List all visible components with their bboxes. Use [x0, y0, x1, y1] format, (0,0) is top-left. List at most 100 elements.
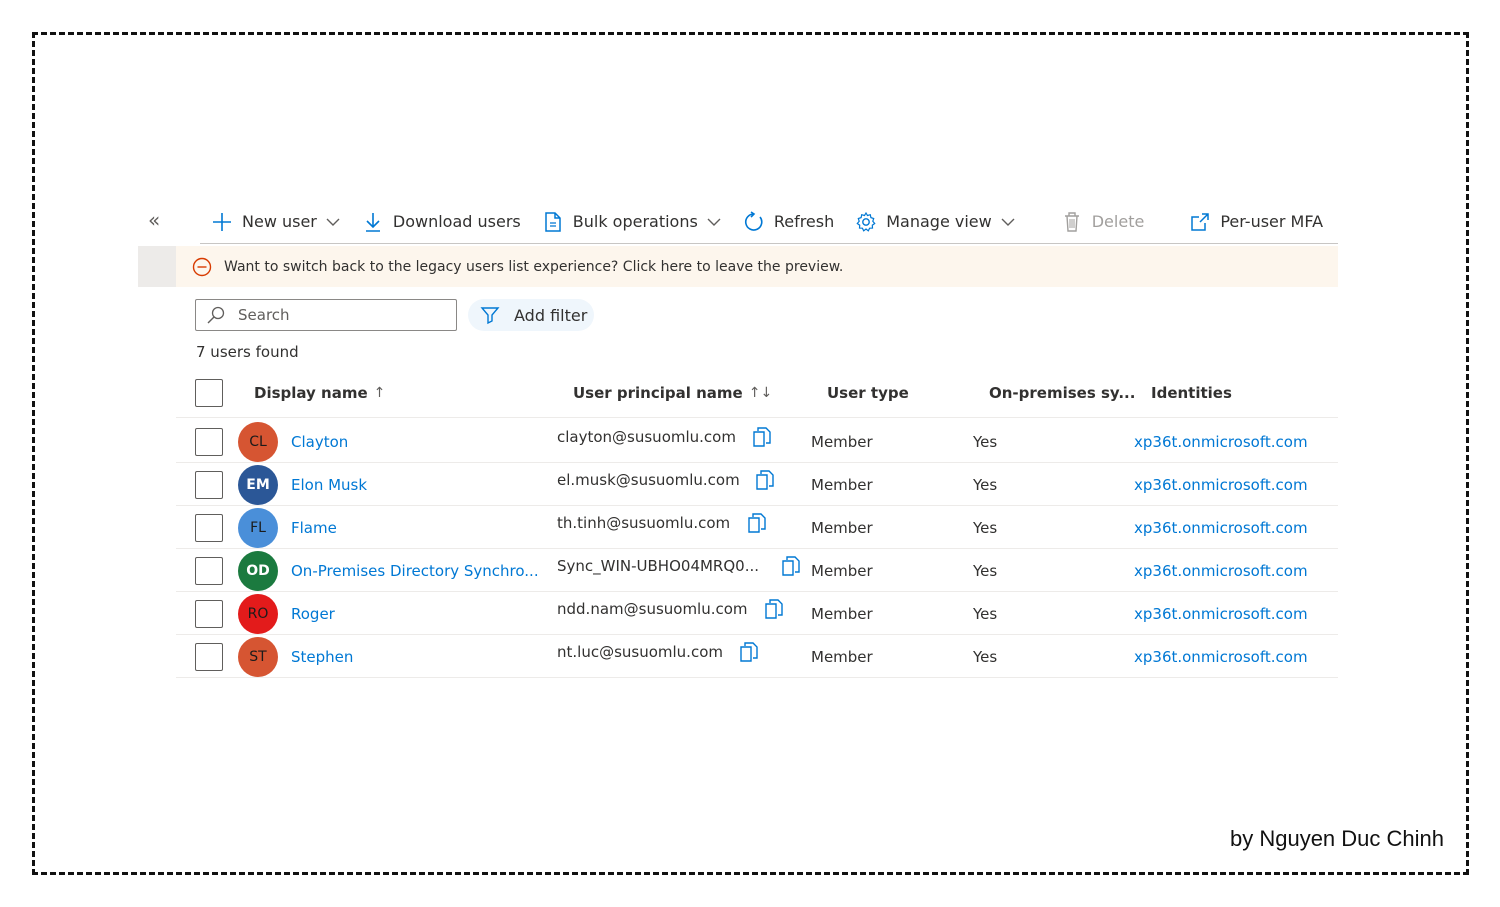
author-credit: by Nguyen Duc Chinh [1229, 826, 1444, 851]
identity-link[interactable]: xp36t.onmicrosoft.com [1134, 476, 1308, 494]
display-name-cell: On-Premises Directory Synchro... [291, 549, 539, 592]
column-display-name[interactable]: Display name ↑ [254, 370, 385, 416]
identity-link[interactable]: xp36t.onmicrosoft.com [1134, 648, 1308, 666]
user-type-text: Member [811, 604, 873, 623]
refresh-icon [742, 210, 766, 234]
onprem-text: Yes [973, 475, 998, 494]
column-identities[interactable]: Identities [1151, 370, 1232, 416]
user-name-link[interactable]: Elon Musk [291, 476, 367, 494]
onprem-text: Yes [973, 604, 998, 623]
new-user-button[interactable]: New user [210, 202, 341, 242]
identity-cell: xp36t.onmicrosoft.com [1134, 635, 1308, 678]
filter-icon [480, 305, 500, 325]
onprem-text: Yes [973, 432, 998, 451]
avatar-cell: OD [238, 549, 278, 592]
onprem-cell: Yes [973, 549, 997, 592]
per-user-mfa-button[interactable]: Per-user MFA [1188, 202, 1323, 242]
upn-text: th.tinh@susuomlu.com [557, 513, 731, 532]
row-checkbox[interactable] [195, 427, 223, 456]
upn-text: el.musk@susuomlu.com [557, 470, 740, 489]
column-upn-label: User principal name [573, 384, 743, 402]
chevron-down-icon [706, 214, 722, 230]
identity-cell: xp36t.onmicrosoft.com [1134, 549, 1308, 592]
copy-icon[interactable] [781, 555, 803, 577]
collapse-nav-icon[interactable]: « [148, 208, 160, 232]
onprem-cell: Yes [973, 592, 997, 635]
copy-upn-cell [781, 544, 803, 587]
row-checkbox[interactable] [195, 470, 223, 499]
upn-cell: clayton@susuomlu.com [557, 415, 736, 458]
plus-icon [210, 210, 234, 234]
copy-upn-cell [755, 458, 777, 501]
gear-icon [854, 210, 878, 234]
user-type-text: Member [811, 475, 873, 494]
onprem-cell: Yes [973, 635, 997, 678]
avatar: CL [238, 421, 278, 462]
column-identities-label: Identities [1151, 384, 1232, 402]
copy-icon[interactable] [764, 598, 786, 620]
column-upn[interactable]: User principal name ↑↓ [573, 370, 772, 416]
add-filter-button[interactable]: Add filter [468, 299, 594, 331]
avatar: OD [238, 550, 278, 591]
display-name-cell: Stephen [291, 635, 353, 678]
row-checkbox[interactable] [195, 599, 223, 628]
table-row[interactable]: ST Stephen nt.luc@susuomlu.com Member Ye… [176, 635, 1338, 678]
avatar-cell: CL [238, 420, 278, 463]
copy-icon[interactable] [752, 426, 774, 448]
user-name-link[interactable]: Roger [291, 605, 335, 623]
identity-link[interactable]: xp36t.onmicrosoft.com [1134, 562, 1308, 580]
user-type-cell: Member [811, 549, 873, 592]
table-row[interactable]: FL Flame th.tinh@susuomlu.com Member Yes… [176, 506, 1338, 549]
table-row[interactable]: RO Roger ndd.nam@susuomlu.com Member Yes… [176, 592, 1338, 635]
search-icon [206, 305, 226, 325]
user-type-cell: Member [811, 420, 873, 463]
select-all-checkbox[interactable] [195, 379, 223, 407]
upn-text: nt.luc@susuomlu.com [557, 642, 723, 661]
search-input[interactable] [238, 306, 438, 324]
identity-link[interactable]: xp36t.onmicrosoft.com [1134, 519, 1308, 537]
column-user-type[interactable]: User type [827, 370, 909, 416]
identity-link[interactable]: xp36t.onmicrosoft.com [1134, 433, 1308, 451]
search-box[interactable] [195, 299, 457, 331]
banner-text: Want to switch back to the legacy users … [224, 258, 844, 275]
display-name-cell: Clayton [291, 420, 348, 463]
column-onprem-label: On-premises sy... [989, 384, 1136, 402]
user-name-link[interactable]: Clayton [291, 433, 348, 451]
sort-toggle-icon: ↑↓ [748, 385, 773, 401]
copy-icon[interactable] [739, 641, 761, 663]
user-name-link[interactable]: Stephen [291, 648, 353, 666]
column-user-type-label: User type [827, 384, 909, 402]
download-users-button[interactable]: Download users [361, 202, 521, 242]
user-name-link[interactable]: Flame [291, 519, 337, 537]
download-icon [361, 210, 385, 234]
manage-view-label: Manage view [886, 212, 992, 231]
refresh-button[interactable]: Refresh [742, 202, 834, 242]
banner-gutter [138, 246, 176, 287]
identity-cell: xp36t.onmicrosoft.com [1134, 463, 1308, 506]
table-row[interactable]: CL Clayton clayton@susuomlu.com Member Y… [176, 420, 1338, 463]
column-onprem[interactable]: On-premises sy... [989, 370, 1135, 416]
onprem-cell: Yes [973, 463, 997, 506]
delete-button[interactable]: Delete [1060, 202, 1145, 242]
row-checkbox[interactable] [195, 642, 223, 671]
row-checkbox[interactable] [195, 513, 223, 542]
user-type-cell: Member [811, 592, 873, 635]
manage-view-button[interactable]: Manage view [854, 202, 1015, 242]
sort-ascending-icon: ↑ [373, 385, 386, 401]
user-type-text: Member [811, 432, 873, 451]
onprem-text: Yes [973, 518, 998, 537]
delete-label: Delete [1091, 212, 1145, 231]
copy-upn-cell [739, 630, 761, 673]
bulk-operations-button[interactable]: Bulk operations [541, 202, 722, 242]
copy-icon[interactable] [755, 469, 777, 491]
onprem-cell: Yes [973, 506, 997, 549]
avatar: EM [238, 464, 278, 505]
table-row[interactable]: EM Elon Musk el.musk@susuomlu.com Member… [176, 463, 1338, 506]
display-name-cell: Roger [291, 592, 335, 635]
legacy-preview-banner[interactable]: Want to switch back to the legacy users … [176, 246, 1338, 287]
identity-link[interactable]: xp36t.onmicrosoft.com [1134, 605, 1308, 623]
table-row[interactable]: OD On-Premises Directory Synchro... Sync… [176, 549, 1338, 592]
copy-icon[interactable] [747, 512, 769, 534]
row-checkbox[interactable] [195, 556, 223, 585]
user-name-link[interactable]: On-Premises Directory Synchro... [291, 562, 539, 580]
